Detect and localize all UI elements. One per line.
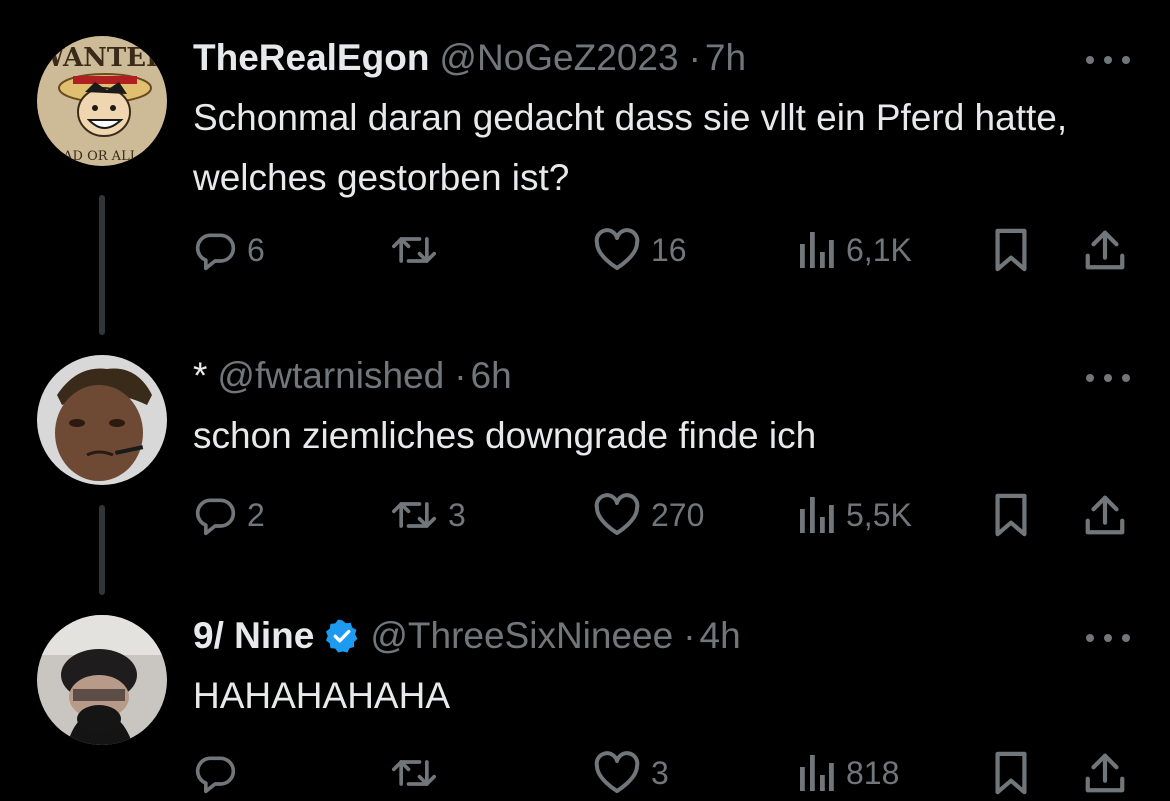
- retweet-button[interactable]: [390, 225, 448, 275]
- views-count: 5,5K: [846, 496, 912, 533]
- more-icon[interactable]: [1086, 368, 1130, 388]
- tweet-actions: 6 16 6,1K: [193, 225, 1143, 275]
- like-count: 270: [651, 496, 705, 533]
- reply-count: 2: [247, 496, 265, 533]
- separator: ·: [454, 355, 467, 396]
- tweet-header: * @fwtarnished · 6h: [193, 354, 512, 398]
- retweet-icon: [392, 760, 436, 786]
- share-button[interactable]: [1083, 748, 1127, 798]
- views-button[interactable]: 6,1K: [796, 225, 912, 275]
- like-icon: [594, 228, 640, 270]
- timestamp[interactable]: 6h: [471, 355, 512, 397]
- verified-badge-icon[interactable]: [324, 618, 360, 654]
- share-icon: [1085, 753, 1125, 793]
- avatar-wanted-poster: WANTED AD OR ALI: [37, 36, 167, 166]
- views-icon: [800, 232, 834, 268]
- tweet-text: schon ziemliches downgrade finde ich: [193, 415, 817, 456]
- tweet-2[interactable]: * @fwtarnished · 6h schon ziemliches dow…: [0, 340, 1170, 610]
- retweet-icon: [392, 237, 436, 263]
- views-icon: [800, 497, 834, 533]
- views-count: 818: [846, 754, 900, 791]
- handle[interactable]: @fwtarnished: [217, 355, 444, 397]
- display-name[interactable]: *: [193, 355, 207, 397]
- reply-button[interactable]: 6: [193, 225, 265, 275]
- tweet-1[interactable]: WANTED AD OR ALI TheRealEgon @NoGeZ2023 …: [0, 0, 1170, 340]
- display-name[interactable]: 9/ Nine: [193, 615, 314, 657]
- avatar-photo: [37, 615, 167, 745]
- like-icon: [594, 751, 640, 793]
- bookmark-button[interactable]: [991, 490, 1031, 540]
- tweet-header: 9/ Nine @ThreeSixNineee · 4h: [193, 614, 741, 658]
- reply-icon: [195, 233, 236, 271]
- tweet-text: Schonmal daran gedacht dass sie vllt ein…: [193, 97, 1068, 198]
- like-button[interactable]: 270: [593, 490, 704, 540]
- reply-icon: [195, 498, 236, 536]
- share-icon: [1085, 495, 1125, 535]
- reply-button[interactable]: [193, 748, 247, 798]
- tweet-text: HAHAHAHAHA: [193, 675, 450, 716]
- views-button[interactable]: 818: [796, 748, 899, 798]
- retweet-icon: [392, 502, 436, 528]
- reply-icon: [195, 756, 236, 794]
- bookmark-button[interactable]: [991, 748, 1031, 798]
- share-button[interactable]: [1083, 225, 1127, 275]
- avatar-poster-text: AD OR ALI: [62, 149, 135, 164]
- separator: ·: [688, 37, 701, 78]
- bookmark-icon: [995, 493, 1027, 537]
- more-icon[interactable]: [1086, 628, 1130, 648]
- bookmark-icon: [995, 228, 1027, 272]
- like-button[interactable]: 16: [593, 225, 687, 275]
- bookmark-icon: [995, 751, 1027, 795]
- like-count: 16: [651, 231, 687, 268]
- tweet-actions: 3 818: [193, 748, 1143, 798]
- avatar[interactable]: WANTED AD OR ALI: [37, 36, 167, 166]
- share-button[interactable]: [1083, 490, 1127, 540]
- reply-button[interactable]: 2: [193, 490, 265, 540]
- more-icon[interactable]: [1086, 50, 1130, 70]
- retweet-button[interactable]: 3: [390, 490, 466, 540]
- share-icon: [1085, 230, 1125, 270]
- thread-line: [99, 195, 105, 335]
- handle[interactable]: @ThreeSixNineee: [370, 615, 673, 657]
- tweet-header: TheRealEgon @NoGeZ2023 · 7h: [193, 36, 746, 80]
- timestamp[interactable]: 7h: [705, 37, 746, 79]
- display-name[interactable]: TheRealEgon: [193, 37, 429, 79]
- reply-count: 6: [247, 231, 265, 268]
- wanted-label: WANTED: [37, 43, 167, 73]
- separator: ·: [683, 615, 696, 656]
- like-button[interactable]: 3: [593, 748, 669, 798]
- like-count: 3: [651, 754, 669, 791]
- retweet-button[interactable]: [390, 748, 448, 798]
- tweet-actions: 2 3 270 5,5K: [193, 490, 1143, 540]
- avatar[interactable]: [37, 355, 167, 485]
- timestamp[interactable]: 4h: [700, 615, 741, 657]
- bookmark-button[interactable]: [991, 225, 1031, 275]
- views-button[interactable]: 5,5K: [796, 490, 912, 540]
- avatar[interactable]: [37, 615, 167, 745]
- tweet-3[interactable]: 9/ Nine @ThreeSixNineee · 4h HAHAHAHAHA …: [0, 610, 1170, 801]
- thread-line: [99, 505, 105, 595]
- handle[interactable]: @NoGeZ2023: [439, 37, 678, 79]
- retweet-count: 3: [448, 496, 466, 533]
- avatar-photo: [37, 355, 167, 485]
- views-icon: [800, 755, 834, 791]
- like-icon: [594, 493, 640, 535]
- views-count: 6,1K: [846, 231, 912, 268]
